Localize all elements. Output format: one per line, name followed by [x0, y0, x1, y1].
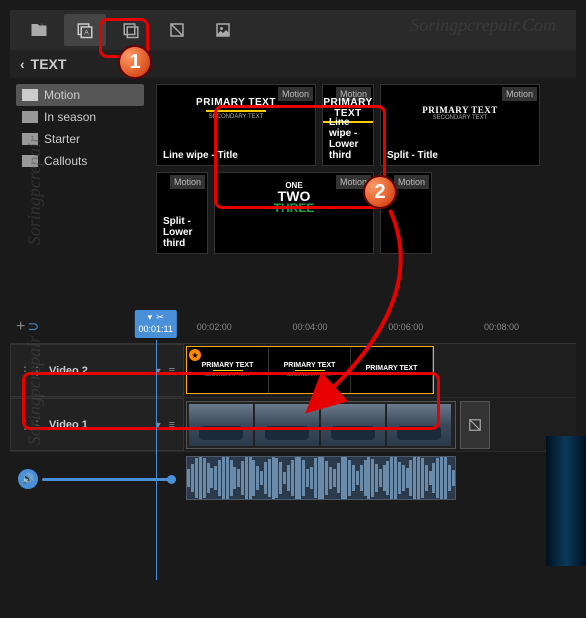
star-icon: ★ [189, 349, 201, 361]
folder-icon [22, 111, 38, 123]
playhead-time: 00:01:11 [139, 324, 173, 334]
split-icon[interactable]: ✂ [156, 312, 164, 323]
track-label: Video 2 [49, 365, 148, 377]
add-track-button[interactable]: + [16, 318, 25, 336]
primary-text: PRIMARY TEXT [381, 105, 539, 115]
tab-effects[interactable] [156, 14, 198, 46]
thumb-onetwo[interactable]: Motion ONETWOTHREE [214, 172, 374, 254]
tab-media[interactable] [18, 14, 60, 46]
track-video2: ⋮⋮ Video 2 ▼ ≡ ★ PRIMARY TEXT SECONDARY T… [10, 344, 576, 398]
tick: 00:04:00 [292, 322, 327, 332]
tab-overlays[interactable] [202, 14, 244, 46]
folder-icon [22, 155, 38, 167]
video-frame [387, 404, 451, 446]
track-header[interactable]: ⋮⋮ Video 2 ▼ ≡ [10, 344, 184, 397]
folder-motion[interactable]: Motion [16, 84, 144, 106]
video-frame [189, 404, 253, 446]
clip-secondary: SECONDARY TEXT [287, 372, 333, 378]
three-text: THREE [215, 203, 373, 214]
folder-label: Starter [44, 132, 80, 146]
thumb-line-wipe-lower[interactable]: Motion PRIMARY TEXT Line wipe - Lower th… [322, 84, 374, 166]
folder-label: In season [44, 110, 96, 124]
thumb-label: Split - Title [387, 150, 438, 161]
folder-in-season[interactable]: In season [16, 106, 144, 128]
drag-handle-icon[interactable]: ⋮⋮ [19, 418, 43, 432]
thumb-line-wipe-title[interactable]: Motion PRIMARY TEXTSECONDARY TEXT Line w… [156, 84, 316, 166]
track-header[interactable]: ⋮⋮ Video 1 ▼ ≡ [10, 398, 184, 451]
track-menu-icon[interactable]: ≡ [169, 365, 175, 377]
thumb-label: Line wipe - Lower third [329, 117, 373, 161]
audio-clip[interactable] [186, 456, 456, 500]
folder-callouts[interactable]: Callouts [16, 150, 144, 172]
video-clip[interactable] [186, 401, 456, 449]
time-ruler[interactable]: 00:02:00 00:04:00 00:06:00 00:08:00 ▾✂ 0… [44, 310, 576, 344]
drag-handle-icon[interactable]: ⋮⋮ [19, 364, 43, 378]
back-chevron-icon[interactable]: ‹ [20, 56, 25, 72]
folder-label: Callouts [44, 154, 87, 168]
tick: 00:06:00 [388, 322, 423, 332]
primary-text: PRIMARY TEXT [323, 97, 373, 119]
track-audio: 🔊 [10, 452, 576, 506]
underline [206, 110, 266, 112]
playhead-line [156, 340, 157, 580]
thumb-split-title[interactable]: Motion PRIMARY TEXTSECONDARY TEXT Split … [380, 84, 540, 166]
annotation-callout-1: 1 [118, 45, 152, 79]
annotation-callout-2: 2 [363, 175, 397, 209]
tick: 00:08:00 [484, 322, 519, 332]
side-gradient [546, 436, 586, 566]
motion-badge: Motion [502, 87, 537, 101]
asset-tabs: A [10, 10, 576, 50]
audio-header[interactable]: 🔊 [10, 452, 184, 506]
panel-title: TEXT [31, 56, 67, 72]
category-sidebar: Motion In season Starter Callouts [10, 78, 150, 306]
secondary-text: SECONDARY TEXT [157, 114, 315, 120]
svg-text:A: A [84, 30, 89, 37]
tab-transitions[interactable] [110, 14, 152, 46]
thumb-label: Line wipe - Title [163, 150, 238, 161]
folder-icon [22, 89, 38, 101]
primary-text: PRIMARY TEXT [157, 97, 315, 108]
timeline: + ⊃ 00:02:00 00:04:00 00:06:00 00:08:00 … [10, 306, 576, 506]
video-frame [255, 404, 319, 446]
secondary-text: SECONDARY TEXT [381, 115, 539, 121]
folder-icon [22, 133, 38, 145]
folder-label: Motion [44, 88, 80, 102]
track-video1: ⋮⋮ Video 1 ▼ ≡ [10, 398, 576, 452]
text-clip[interactable]: ★ PRIMARY TEXT SECONDARY TEXT PRIMARY TEX… [186, 346, 434, 394]
tab-text[interactable]: A [64, 14, 106, 46]
marker-icon[interactable]: ▾ [148, 312, 153, 323]
tick: 00:02:00 [197, 322, 232, 332]
track-menu-icon[interactable]: ≡ [169, 419, 175, 431]
clip-primary: PRIMARY TEXT [284, 362, 336, 369]
audio-body[interactable] [184, 452, 576, 506]
clip-secondary: SECONDARY TEXT [205, 372, 251, 378]
playhead[interactable]: ▾✂ 00:01:11 [135, 310, 177, 338]
volume-icon[interactable]: 🔊 [18, 469, 38, 489]
clip-primary: PRIMARY TEXT [202, 362, 254, 369]
track-body[interactable]: ★ PRIMARY TEXT SECONDARY TEXT PRIMARY TEX… [184, 344, 576, 397]
motion-badge: Motion [394, 175, 429, 189]
transition-box[interactable] [460, 401, 490, 449]
folder-starter[interactable]: Starter [16, 128, 144, 150]
track-label: Video 1 [49, 419, 148, 431]
track-body[interactable] [184, 398, 576, 451]
thumb-label: Split - Lower third [163, 216, 207, 249]
snap-toggle[interactable]: ⊃ [27, 318, 39, 335]
clip-primary: PRIMARY TEXT [366, 365, 418, 372]
thumb-split-lower[interactable]: Motion Split - Lower third [156, 172, 208, 254]
motion-badge: Motion [170, 175, 205, 189]
video-frame [321, 404, 385, 446]
panel-header[interactable]: ‹ TEXT [10, 50, 576, 78]
